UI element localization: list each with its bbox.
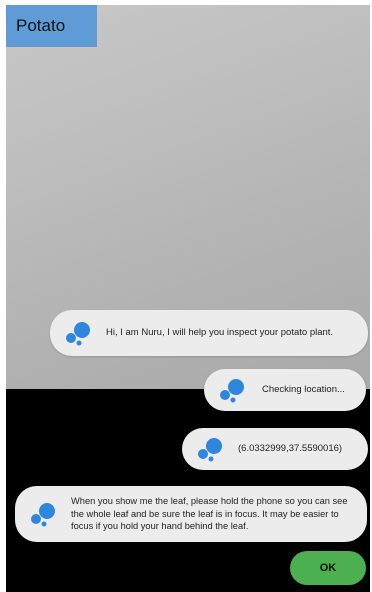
crop-title-label: Potato	[16, 16, 66, 35]
chat-bubble-icon	[220, 379, 244, 403]
chat-message-text: Hi, I am Nuru, I will help you inspect y…	[106, 326, 334, 338]
chat-message: Hi, I am Nuru, I will help you inspect y…	[50, 310, 368, 356]
chat-bubble-icon	[198, 438, 222, 462]
crop-title: Potato	[6, 5, 97, 47]
chat-message: (6.0332999,37.5590016)	[182, 428, 368, 470]
chat-message: Checking location...	[204, 369, 366, 411]
chat-message-text: When you show me the leaf, please hold t…	[71, 496, 348, 532]
chat-bubble-icon	[66, 322, 90, 346]
app-screen: Potato Hi, I am Nuru, I will help you in…	[6, 5, 370, 592]
chat-bubble-icon	[31, 503, 55, 527]
chat-message: When you show me the leaf, please hold t…	[15, 486, 367, 542]
ok-button[interactable]: OK	[290, 551, 366, 585]
chat-message-text: (6.0332999,37.5590016)	[238, 442, 343, 454]
chat-message-text: Checking location...	[262, 383, 345, 395]
